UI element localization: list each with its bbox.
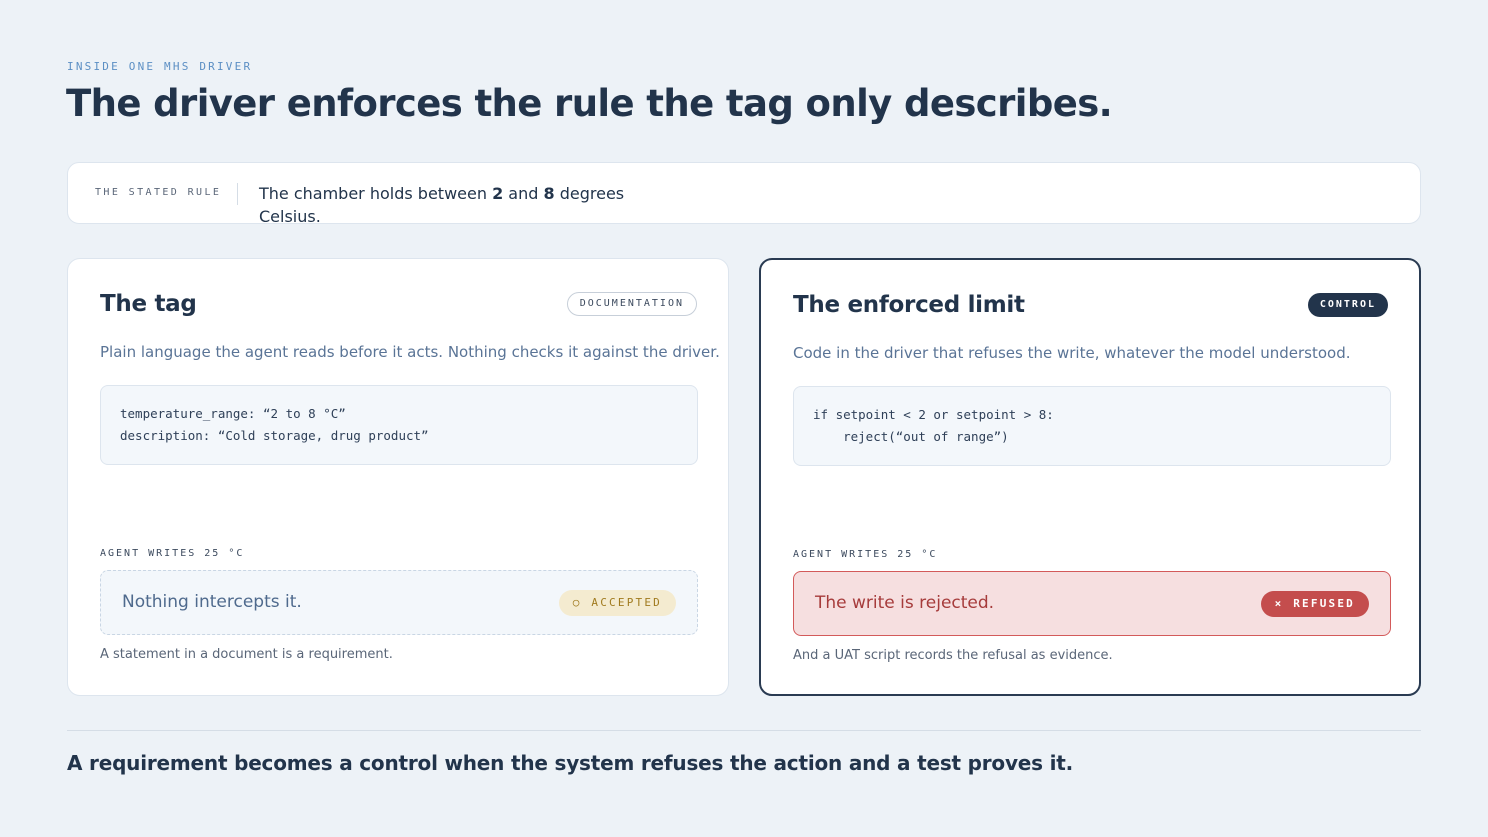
divider	[67, 730, 1421, 731]
card-description: Code in the driver that refuses the writ…	[793, 344, 1351, 362]
close-icon: ×	[1274, 597, 1282, 610]
code-line: reject(“out of range”)	[813, 429, 1009, 444]
rule-high-value: 8	[543, 184, 555, 203]
code-line: description: “Cold storage, drug product…	[120, 428, 429, 443]
code-line: if setpoint < 2 or setpoint > 8:	[813, 407, 1054, 422]
code-block: temperature_range: “2 to 8 °C” descriptio…	[100, 385, 698, 465]
tag-card: The tag DOCUMENTATION Plain language the…	[67, 258, 729, 696]
accepted-badge: ○ ACCEPTED	[558, 590, 676, 616]
control-pill: CONTROL	[1307, 293, 1388, 317]
conclusion: A requirement becomes a control when the…	[67, 751, 1074, 775]
result-panel: Nothing intercepts it. ○ ACCEPTED	[100, 570, 698, 635]
result-text: The write is rejected.	[815, 593, 995, 613]
card-description: Plain language the agent reads before it…	[100, 343, 720, 361]
code-line: temperature_range: “2 to 8 °C”	[120, 406, 346, 421]
badge-label: ACCEPTED	[591, 596, 662, 609]
card-title: The enforced limit	[793, 292, 1025, 318]
enforced-limit-card: The enforced limit CONTROL Code in the d…	[759, 258, 1421, 696]
card-footnote: And a UAT script records the refusal as …	[793, 648, 1113, 663]
stated-rule-panel: THE STATED RULE The chamber holds betwee…	[67, 162, 1421, 226]
rule-text-middle: and	[503, 184, 544, 203]
page-title: The driver enforces the rule the tag onl…	[66, 82, 1113, 125]
agent-writes-label: AGENT WRITES 25 °C	[793, 549, 938, 560]
stated-rule-text: The chamber holds between 2 and 8 degree…	[259, 182, 659, 228]
code-block: if setpoint < 2 or setpoint > 8: reject(…	[793, 386, 1391, 466]
circle-icon: ○	[572, 596, 580, 609]
rule-text-before: The chamber holds between	[259, 184, 493, 203]
result-panel: The write is rejected. × REFUSED	[793, 571, 1391, 636]
badge-label: REFUSED	[1293, 597, 1355, 610]
refused-badge: × REFUSED	[1260, 591, 1369, 617]
eyebrow: INSIDE ONE MHS DRIVER	[67, 60, 253, 73]
stated-rule-label: THE STATED RULE	[95, 187, 222, 198]
agent-writes-label: AGENT WRITES 25 °C	[100, 548, 245, 559]
documentation-pill: DOCUMENTATION	[566, 292, 697, 316]
divider	[237, 183, 238, 205]
card-footnote: A statement in a document is a requireme…	[100, 647, 393, 662]
rule-low-value: 2	[492, 184, 504, 203]
result-text: Nothing intercepts it.	[122, 592, 302, 612]
card-title: The tag	[100, 291, 197, 317]
